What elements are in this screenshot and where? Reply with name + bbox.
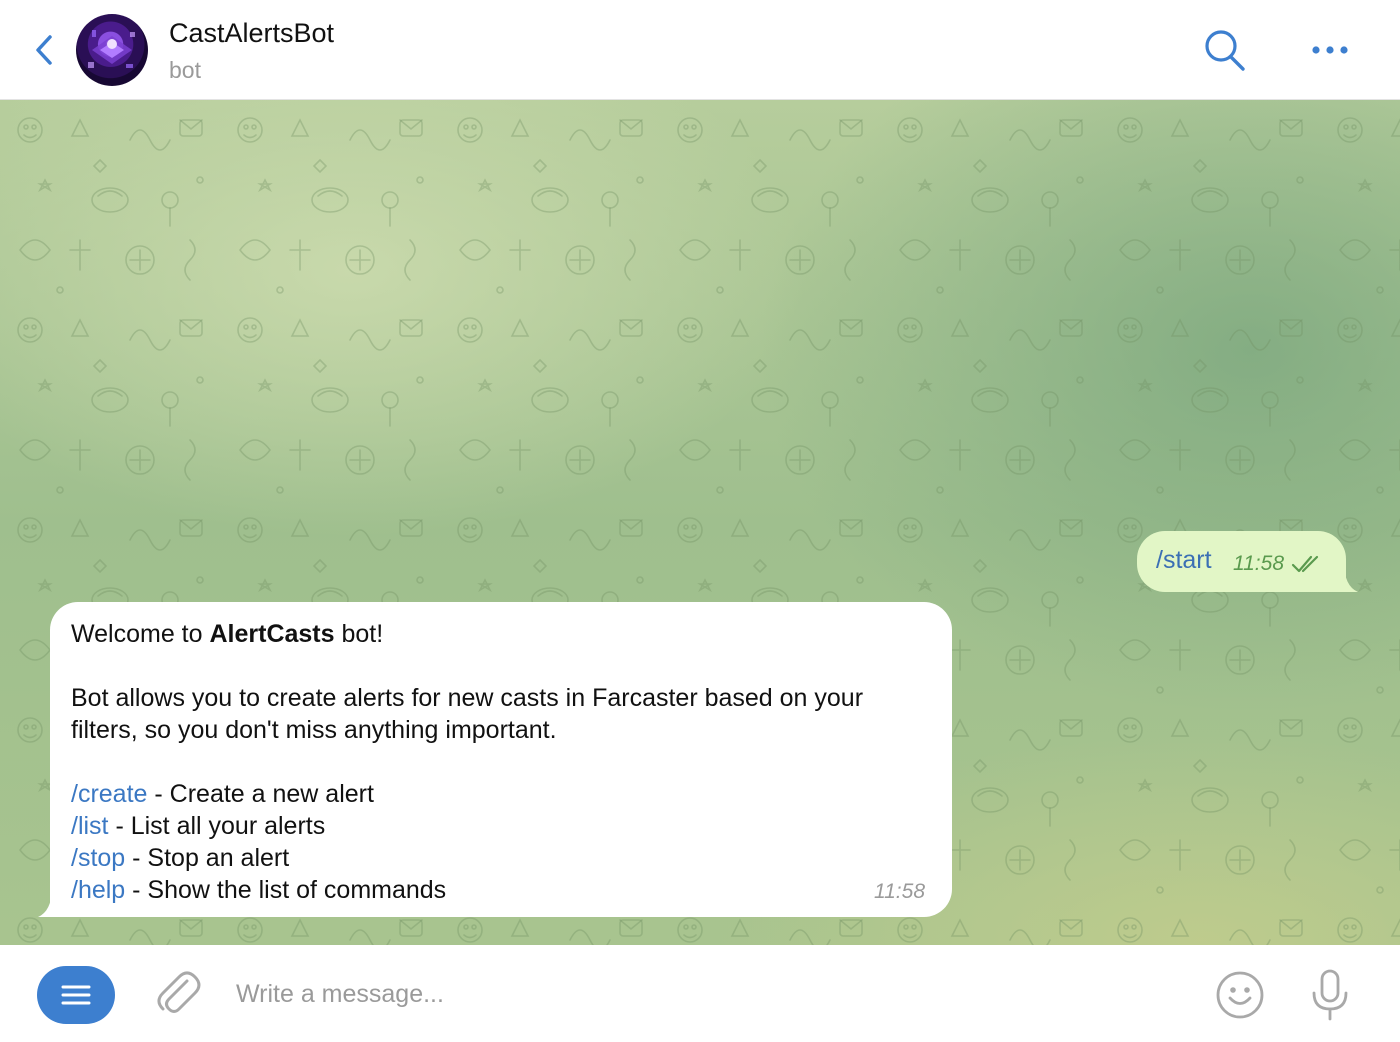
welcome-prefix: Welcome to xyxy=(71,620,210,648)
avatar-image xyxy=(88,30,135,68)
chat-title: CastAlertsBot xyxy=(169,18,335,48)
command-link-create[interactable]: /create xyxy=(71,780,147,808)
command-item: /create - Create a new alert xyxy=(71,778,374,810)
emoji-button[interactable] xyxy=(1214,969,1266,1021)
chat-subtitle: bot xyxy=(169,57,201,83)
back-button[interactable] xyxy=(28,30,62,70)
message-composer xyxy=(0,945,1400,1042)
chevron-left-icon xyxy=(36,35,52,65)
command-description: - Show the list of commands xyxy=(125,876,447,904)
command-item: /list - List all your alerts xyxy=(71,810,325,842)
description-line: filters, so you don't miss anything impo… xyxy=(71,716,557,744)
command-link-help[interactable]: /help xyxy=(71,876,125,904)
microphone-icon xyxy=(1312,969,1348,1021)
description-line: Bot allows you to create alerts for new … xyxy=(71,684,864,712)
command-item: /help - Show the list of commands xyxy=(71,874,446,906)
outgoing-message[interactable]: /start 11:58 xyxy=(1137,531,1358,592)
command-link-stop[interactable]: /stop xyxy=(71,844,125,872)
attach-button[interactable] xyxy=(153,967,201,1019)
chat-header: CastAlertsBot bot xyxy=(0,0,1400,100)
incoming-message[interactable]: Welcome to AlertCasts bot! Bot allows yo… xyxy=(38,602,952,917)
more-button[interactable] xyxy=(1306,32,1354,68)
search-icon xyxy=(1205,30,1245,71)
command-item: /stop - Stop an alert xyxy=(71,842,289,874)
bot-name: AlertCasts xyxy=(209,620,335,648)
message-input[interactable] xyxy=(236,973,1136,1015)
command-description: - Stop an alert xyxy=(125,844,290,872)
command-description: - Create a new alert xyxy=(147,780,374,808)
more-horizontal-icon xyxy=(1312,46,1348,54)
emoji-icon xyxy=(1216,971,1264,1019)
double-check-icon xyxy=(1291,555,1319,573)
welcome-suffix: bot! xyxy=(334,620,384,648)
command-link[interactable]: /start xyxy=(1156,546,1212,575)
bubble-tail xyxy=(1336,562,1358,592)
search-button[interactable] xyxy=(1200,26,1250,76)
message-time: 11:58 xyxy=(874,880,925,903)
bubble-tail xyxy=(38,887,60,917)
voice-message-button[interactable] xyxy=(1308,967,1352,1023)
welcome-line: Welcome to AlertCasts bot! xyxy=(71,618,383,650)
command-link-list[interactable]: /list xyxy=(71,812,109,840)
message-time: 11:58 xyxy=(1233,552,1284,575)
avatar[interactable] xyxy=(76,14,148,86)
menu-icon xyxy=(61,985,91,1005)
chat-area[interactable]: /start 11:58 Welcome to AlertCasts bot! … xyxy=(0,100,1400,945)
command-description: - List all your alerts xyxy=(108,812,326,840)
paperclip-icon xyxy=(157,971,201,1013)
bot-menu-button[interactable] xyxy=(37,966,115,1024)
